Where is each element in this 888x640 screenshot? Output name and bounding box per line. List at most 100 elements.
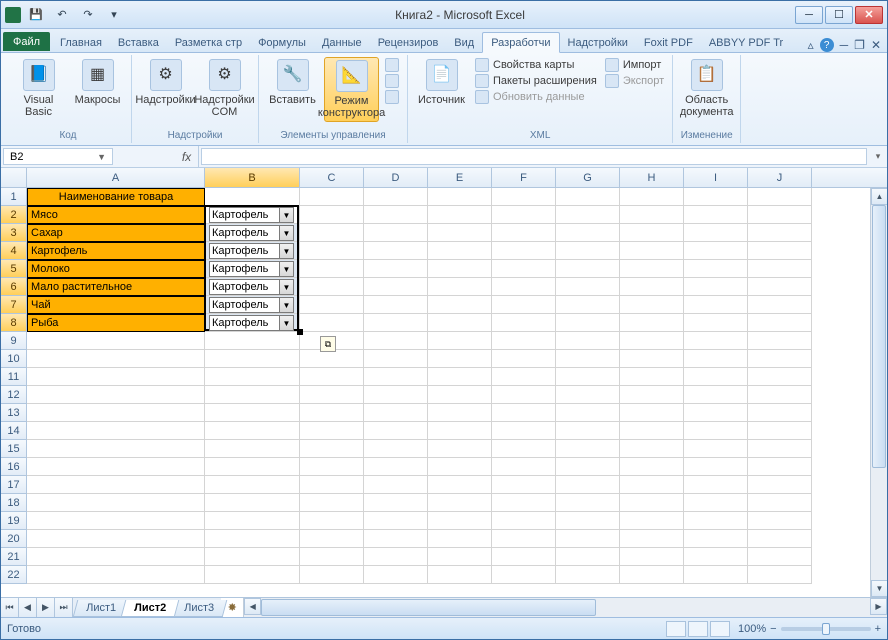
sheet-tab-1[interactable]: Лист2: [121, 600, 180, 617]
cell-I6[interactable]: [684, 278, 748, 296]
view-pagebreak-icon[interactable]: [710, 621, 730, 637]
fx-icon[interactable]: fx: [175, 146, 199, 167]
cell-E1[interactable]: [428, 188, 492, 206]
cell-I8[interactable]: [684, 314, 748, 332]
cell-D4[interactable]: [364, 242, 428, 260]
cell-F21[interactable]: [492, 548, 556, 566]
row-header-4[interactable]: 4: [1, 242, 27, 260]
formula-input[interactable]: [201, 148, 867, 165]
qat-save-icon[interactable]: 💾: [25, 5, 47, 25]
cell-D1[interactable]: [364, 188, 428, 206]
ribbon-small-2-0[interactable]: [383, 57, 401, 73]
tab-10[interactable]: ABBYY PDF Tr: [701, 33, 791, 52]
combobox-5[interactable]: Картофель▼: [209, 261, 294, 277]
cell-F8[interactable]: [492, 314, 556, 332]
cell-E17[interactable]: [428, 476, 492, 494]
cell-B16[interactable]: [205, 458, 300, 476]
cell-F11[interactable]: [492, 368, 556, 386]
cell-J1[interactable]: [748, 188, 812, 206]
cell-D19[interactable]: [364, 512, 428, 530]
cell-D2[interactable]: [364, 206, 428, 224]
scroll-up-icon[interactable]: ▲: [871, 188, 887, 205]
cell-H11[interactable]: [620, 368, 684, 386]
cell-E20[interactable]: [428, 530, 492, 548]
cell-H18[interactable]: [620, 494, 684, 512]
cell-D15[interactable]: [364, 440, 428, 458]
cell-J2[interactable]: [748, 206, 812, 224]
row-header-15[interactable]: 15: [1, 440, 27, 458]
cell-F9[interactable]: [492, 332, 556, 350]
tab-file[interactable]: Файл: [3, 32, 50, 51]
ribbon-btn-0-1[interactable]: ▦Макросы: [70, 57, 125, 108]
cell-A19[interactable]: [27, 512, 205, 530]
cell-I22[interactable]: [684, 566, 748, 584]
cell-A4[interactable]: Картофель: [27, 242, 205, 260]
cell-I16[interactable]: [684, 458, 748, 476]
cell-B15[interactable]: [205, 440, 300, 458]
cell-G15[interactable]: [556, 440, 620, 458]
cell-J5[interactable]: [748, 260, 812, 278]
cell-H1[interactable]: [620, 188, 684, 206]
cell-G4[interactable]: [556, 242, 620, 260]
cell-C18[interactable]: [300, 494, 364, 512]
ribbon-btn-1-0[interactable]: ⚙Надстройки: [138, 57, 193, 108]
cell-C20[interactable]: [300, 530, 364, 548]
row-header-3[interactable]: 3: [1, 224, 27, 242]
ribbon-btn-2-0[interactable]: 🔧Вставить: [265, 57, 320, 108]
cell-J6[interactable]: [748, 278, 812, 296]
minimize-button[interactable]: ─: [795, 6, 823, 24]
row-header-19[interactable]: 19: [1, 512, 27, 530]
cell-E19[interactable]: [428, 512, 492, 530]
ribbon-small-3-1[interactable]: Пакеты расширения: [473, 73, 599, 89]
cell-G10[interactable]: [556, 350, 620, 368]
cell-C16[interactable]: [300, 458, 364, 476]
cell-A15[interactable]: [27, 440, 205, 458]
cell-E13[interactable]: [428, 404, 492, 422]
qat-customize-icon[interactable]: ▾: [103, 5, 125, 25]
cell-G1[interactable]: [556, 188, 620, 206]
row-header-14[interactable]: 14: [1, 422, 27, 440]
window-restore-icon[interactable]: ❐: [854, 38, 865, 52]
cell-H20[interactable]: [620, 530, 684, 548]
cell-A17[interactable]: [27, 476, 205, 494]
cell-J4[interactable]: [748, 242, 812, 260]
tab-2[interactable]: Разметка стр: [167, 33, 250, 52]
cell-C5[interactable]: [300, 260, 364, 278]
cell-J7[interactable]: [748, 296, 812, 314]
cell-C13[interactable]: [300, 404, 364, 422]
sheet-nav-next-icon[interactable]: ▶: [37, 598, 55, 617]
cell-E3[interactable]: [428, 224, 492, 242]
ribbon-small-2-1[interactable]: [383, 73, 401, 89]
cell-I13[interactable]: [684, 404, 748, 422]
row-header-11[interactable]: 11: [1, 368, 27, 386]
cell-C10[interactable]: [300, 350, 364, 368]
cell-D20[interactable]: [364, 530, 428, 548]
cell-F12[interactable]: [492, 386, 556, 404]
cell-E2[interactable]: [428, 206, 492, 224]
cell-C11[interactable]: [300, 368, 364, 386]
row-header-17[interactable]: 17: [1, 476, 27, 494]
ribbon-btn-3-0[interactable]: 📄Источник: [414, 57, 469, 108]
cell-A8[interactable]: Рыба: [27, 314, 205, 332]
cell-B20[interactable]: [205, 530, 300, 548]
cell-D21[interactable]: [364, 548, 428, 566]
cell-D9[interactable]: [364, 332, 428, 350]
cell-I17[interactable]: [684, 476, 748, 494]
cell-H21[interactable]: [620, 548, 684, 566]
zoom-slider[interactable]: [781, 627, 871, 631]
cell-B14[interactable]: [205, 422, 300, 440]
cell-C3[interactable]: [300, 224, 364, 242]
cell-J20[interactable]: [748, 530, 812, 548]
cell-J10[interactable]: [748, 350, 812, 368]
cell-J8[interactable]: [748, 314, 812, 332]
cell-I5[interactable]: [684, 260, 748, 278]
cell-H22[interactable]: [620, 566, 684, 584]
combobox-7[interactable]: Картофель▼: [209, 297, 294, 313]
cell-F6[interactable]: [492, 278, 556, 296]
cell-F13[interactable]: [492, 404, 556, 422]
cell-E7[interactable]: [428, 296, 492, 314]
cell-I3[interactable]: [684, 224, 748, 242]
cell-D12[interactable]: [364, 386, 428, 404]
cell-E12[interactable]: [428, 386, 492, 404]
row-header-5[interactable]: 5: [1, 260, 27, 278]
